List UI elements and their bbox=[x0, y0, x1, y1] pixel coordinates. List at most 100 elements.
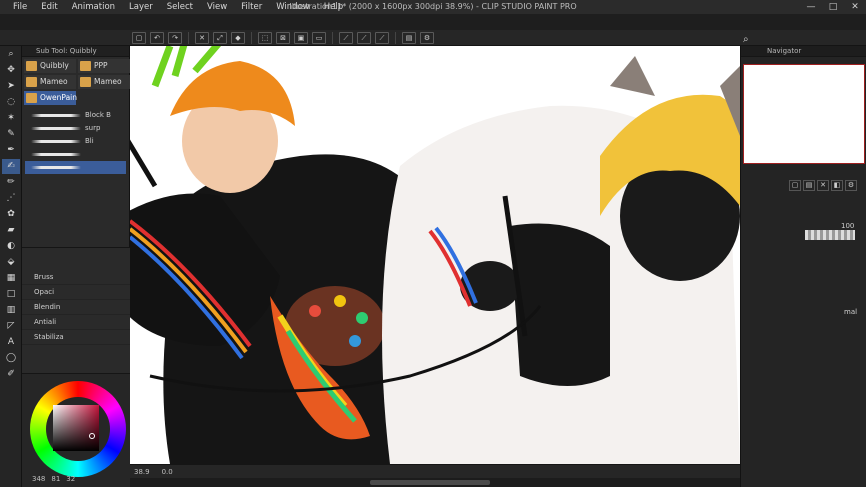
brush-name: surp bbox=[85, 124, 101, 132]
transform-icon[interactable]: ⤢ bbox=[213, 31, 227, 44]
new-layer-icon[interactable]: ▢ bbox=[789, 180, 801, 191]
move-icon[interactable]: ✥ bbox=[2, 63, 20, 78]
operation-icon[interactable]: ➤ bbox=[2, 79, 20, 94]
hsv-readout: 348 81 32 bbox=[32, 475, 75, 483]
mask-icon[interactable]: ◧ bbox=[831, 180, 843, 191]
auto-select-icon[interactable]: ✶ bbox=[2, 111, 20, 126]
menu-window[interactable]: Window bbox=[269, 0, 317, 14]
ruler-tool-icon[interactable]: ◸ bbox=[2, 319, 20, 334]
decoration-icon[interactable]: ✿ bbox=[2, 207, 20, 222]
clear-icon[interactable]: ✕ bbox=[195, 31, 209, 44]
deselect-icon[interactable]: ⊠ bbox=[276, 31, 290, 44]
balloon-icon[interactable]: ◯ bbox=[2, 351, 20, 366]
menu-animation[interactable]: Animation bbox=[65, 0, 122, 14]
tab-label: OwenPain bbox=[40, 93, 78, 102]
property-stabilization[interactable]: Stabiliza bbox=[22, 330, 130, 345]
close-button[interactable]: ✕ bbox=[844, 0, 866, 14]
menu-file[interactable]: File bbox=[6, 0, 34, 14]
subtool-tab-ppp[interactable]: PPP bbox=[78, 59, 130, 73]
minimize-button[interactable]: — bbox=[800, 0, 822, 14]
delete-layer-icon[interactable]: ✕ bbox=[817, 180, 829, 191]
property-blending[interactable]: Blendin bbox=[22, 300, 130, 315]
menu-layer[interactable]: Layer bbox=[122, 0, 160, 14]
layer-thumbnail[interactable] bbox=[805, 230, 855, 240]
lasso-icon[interactable]: ◌ bbox=[2, 95, 20, 110]
snap-grid-icon[interactable]: ⟋ bbox=[375, 31, 389, 44]
brush-stroke-preview bbox=[31, 114, 81, 117]
menu-select[interactable]: Select bbox=[160, 0, 200, 14]
menu-view[interactable]: View bbox=[200, 0, 234, 14]
zoom-level[interactable]: 38.9 bbox=[134, 468, 150, 476]
stylus bbox=[130, 139, 158, 188]
tool-property-panel: Bruss Opaci Blendin Antiali Stabiliza bbox=[22, 247, 130, 373]
menu-filter[interactable]: Filter bbox=[234, 0, 269, 14]
settings-icon[interactable]: ⚙ bbox=[420, 31, 434, 44]
zoom-icon[interactable]: ⌕ bbox=[2, 47, 20, 62]
clip-studio-icon[interactable]: ▤ bbox=[402, 31, 416, 44]
brush-item[interactable]: surp bbox=[25, 122, 126, 135]
undo-icon[interactable]: ↶ bbox=[150, 31, 164, 44]
invert-selection-icon[interactable]: ▣ bbox=[294, 31, 308, 44]
brightness-value: 32 bbox=[66, 475, 76, 483]
color-picker-handle[interactable] bbox=[89, 433, 95, 439]
brush-group-icon bbox=[80, 77, 91, 87]
figure-icon[interactable]: □ bbox=[2, 287, 20, 302]
menu-edit[interactable]: Edit bbox=[34, 0, 64, 14]
new-icon[interactable]: ▢ bbox=[132, 31, 146, 44]
gradient-icon[interactable]: ▦ bbox=[2, 271, 20, 286]
brush-item[interactable]: Block B bbox=[25, 109, 126, 122]
eyedropper-icon[interactable]: ✎ bbox=[2, 127, 20, 142]
search-icon[interactable]: ⌕ bbox=[743, 34, 749, 45]
new-folder-icon[interactable]: ▤ bbox=[803, 180, 815, 191]
snap-icon[interactable]: ⟋ bbox=[357, 31, 371, 44]
pencil-icon[interactable]: ✏ bbox=[2, 175, 20, 190]
saturation-value-square[interactable] bbox=[53, 405, 99, 451]
brush-group-icon bbox=[26, 77, 37, 87]
horizontal-scrollbar[interactable] bbox=[130, 478, 740, 487]
subtool-tab-mameo[interactable]: Mameo bbox=[24, 75, 76, 89]
property-opacity[interactable]: Opaci bbox=[22, 285, 130, 300]
fill-icon[interactable]: ◆ bbox=[231, 31, 245, 44]
brush-stroke-preview bbox=[31, 127, 81, 130]
property-antialiasing[interactable]: Antiali bbox=[22, 315, 130, 330]
brush-name: Bli bbox=[85, 137, 94, 145]
toolbar-divider bbox=[332, 31, 333, 44]
toolbar-divider bbox=[395, 31, 396, 44]
brush-item-selected[interactable] bbox=[25, 161, 126, 174]
fill-bucket-icon[interactable]: ⬙ bbox=[2, 255, 20, 270]
subtool-tab-owenpain[interactable]: OwenPain bbox=[24, 91, 78, 105]
redo-icon[interactable]: ↷ bbox=[168, 31, 182, 44]
toolbar-divider bbox=[251, 31, 252, 44]
tab-label: Mameo bbox=[94, 77, 122, 86]
subtool-tabs: Quibbly PPP Mameo Mameo OwenPain bbox=[22, 57, 130, 107]
text-icon[interactable]: A bbox=[2, 335, 20, 350]
airbrush-icon[interactable]: ⋰ bbox=[2, 191, 20, 206]
command-bar: ▢ ↶ ↷ ✕ ⤢ ◆ ⬚ ⊠ ▣ ▭ ⟋ ⟋ ⟋ ▤ ⚙ bbox=[0, 30, 866, 46]
subtool-tab-mameo-2[interactable]: Mameo bbox=[78, 75, 130, 89]
brush-icon[interactable]: ✍ bbox=[2, 159, 20, 174]
correct-line-icon[interactable]: ✐ bbox=[2, 367, 20, 382]
layer-settings-icon[interactable]: ⚙ bbox=[845, 180, 857, 191]
blend-icon[interactable]: ◐ bbox=[2, 239, 20, 254]
menu-help[interactable]: Help bbox=[317, 0, 350, 14]
maximize-button[interactable]: □ bbox=[822, 0, 844, 14]
ruler-icon[interactable]: ⟋ bbox=[339, 31, 353, 44]
canvas[interactable] bbox=[130, 46, 740, 464]
rotation-angle[interactable]: 0.0 bbox=[162, 468, 173, 476]
subtool-tab-quibbly[interactable]: Quibbly bbox=[24, 59, 76, 73]
layer-opacity-field[interactable]: 100 bbox=[841, 222, 854, 230]
layer-name[interactable]: mal bbox=[844, 308, 857, 316]
crop-icon[interactable]: ▭ bbox=[312, 31, 326, 44]
navigator-header: Navigator bbox=[741, 46, 866, 57]
brush-item[interactable]: Bli bbox=[25, 135, 126, 148]
frame-icon[interactable]: ▥ bbox=[2, 303, 20, 318]
property-brush-size[interactable]: Bruss bbox=[22, 270, 130, 285]
eraser-icon[interactable]: ▰ bbox=[2, 223, 20, 238]
select-all-icon[interactable]: ⬚ bbox=[258, 31, 272, 44]
scrollbar-thumb[interactable] bbox=[370, 480, 490, 485]
brush-item[interactable] bbox=[25, 148, 126, 161]
palette-dot bbox=[309, 305, 321, 317]
navigator-preview[interactable] bbox=[743, 64, 865, 164]
pen-icon[interactable]: ✒ bbox=[2, 143, 20, 158]
color-wheel-panel bbox=[22, 373, 130, 487]
